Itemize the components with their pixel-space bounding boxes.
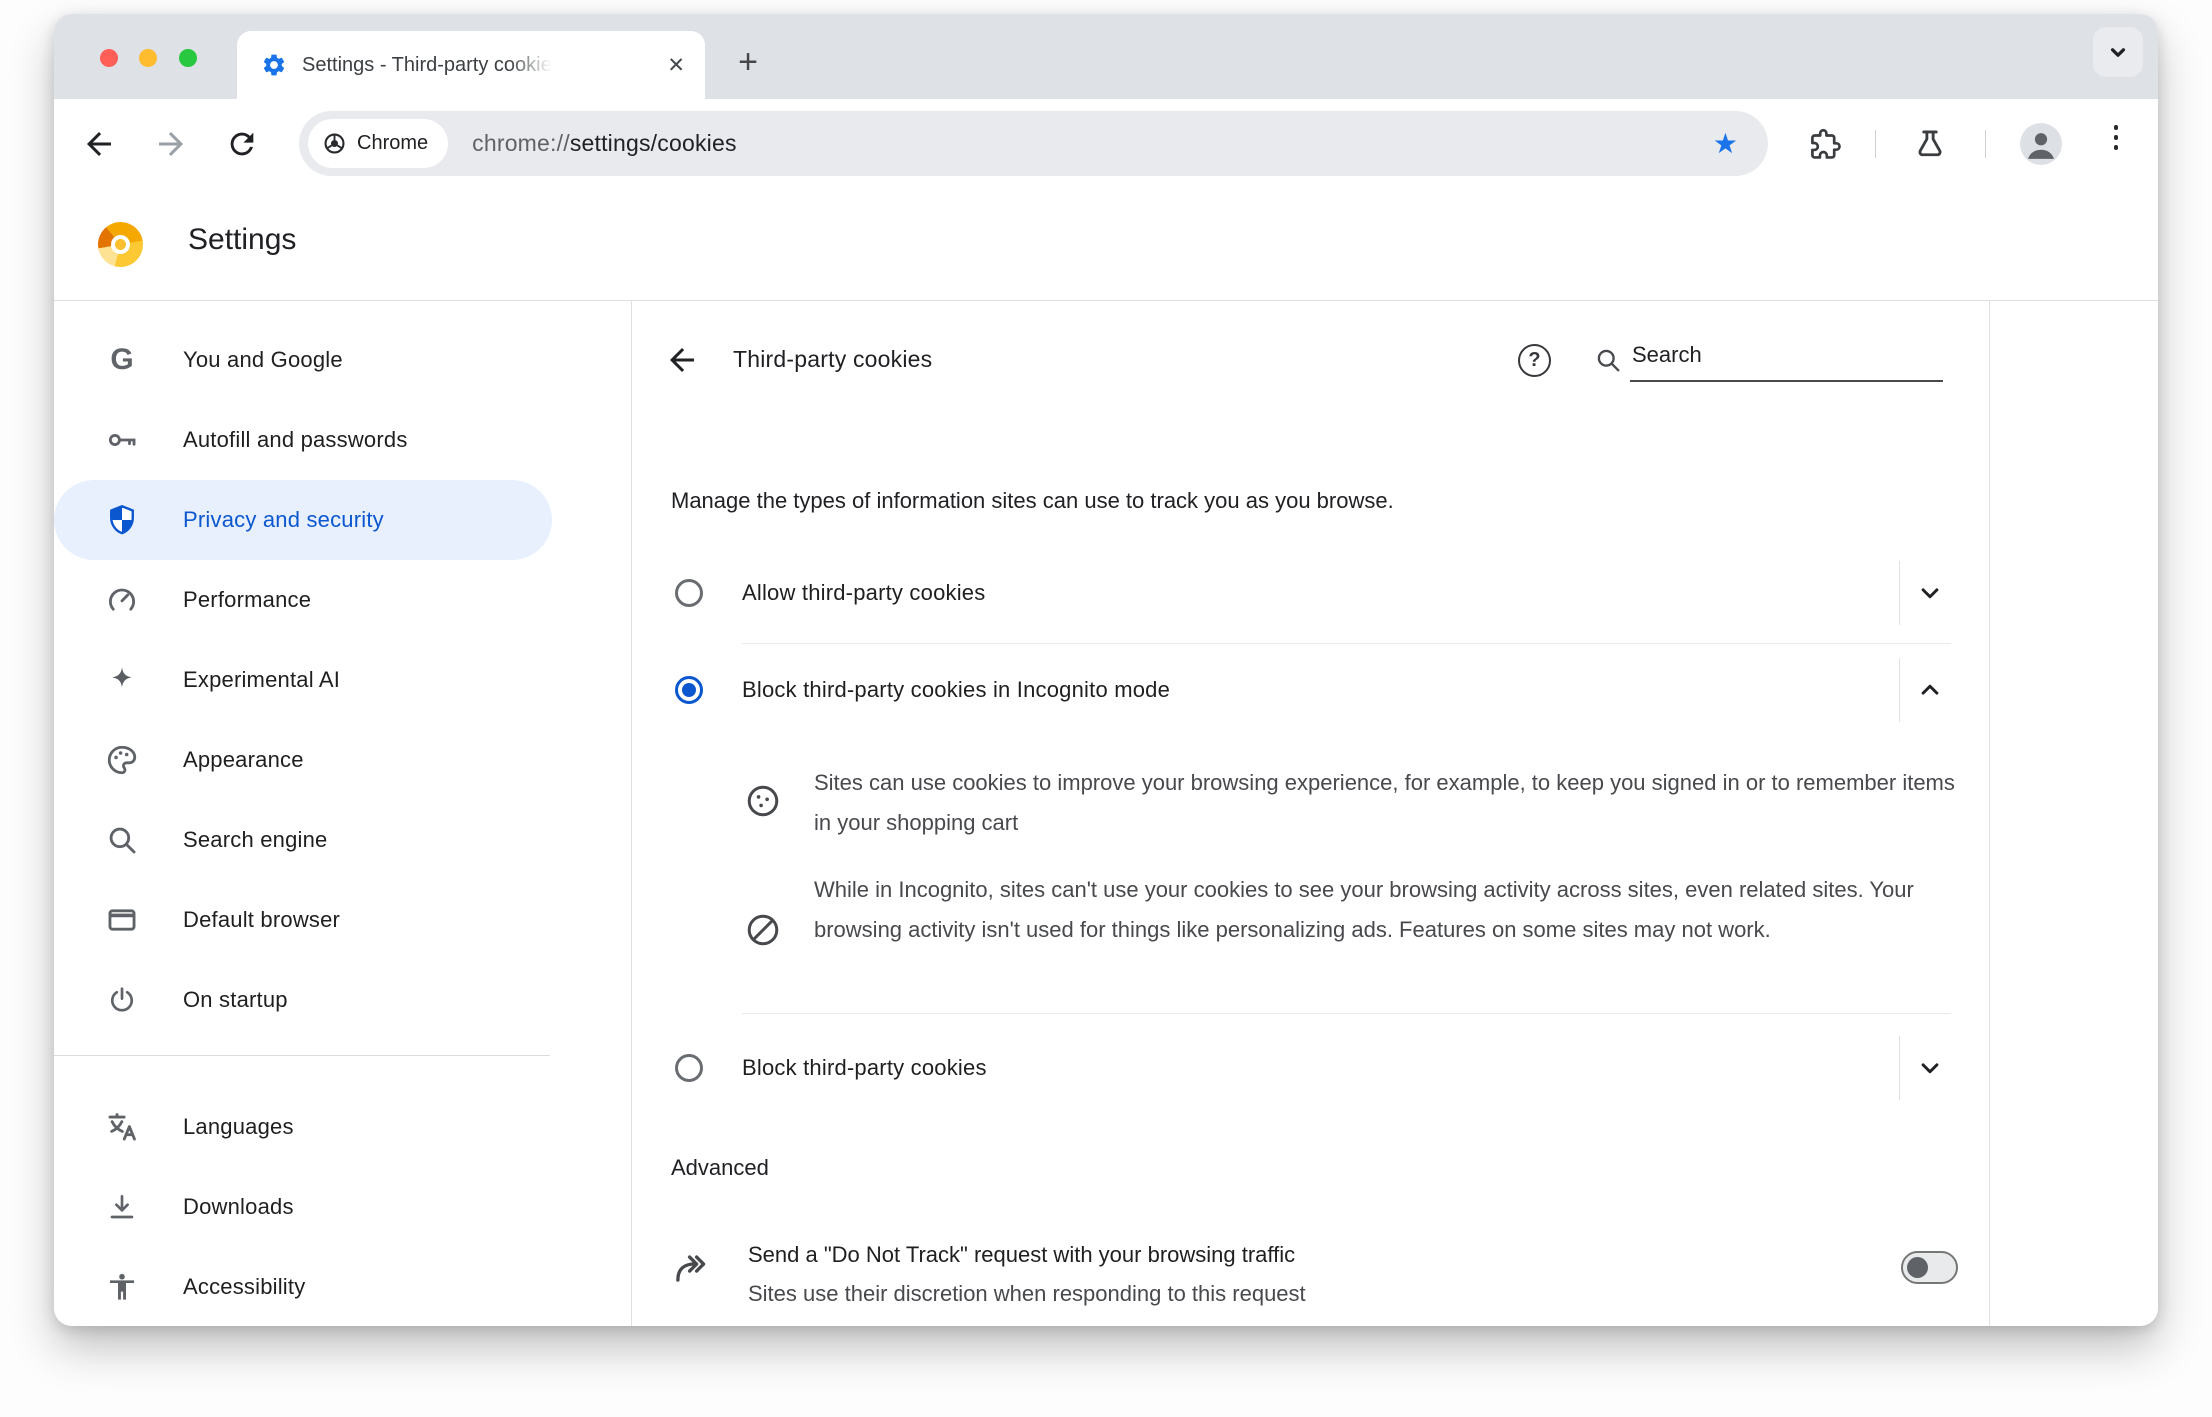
sidebar-item-you-and-google[interactable]: G You and Google xyxy=(54,320,552,400)
sidebar-item-accessibility[interactable]: Accessibility xyxy=(54,1247,552,1326)
sidebar-item-on-startup[interactable]: On startup xyxy=(54,960,552,1040)
sidebar-item-performance[interactable]: Performance xyxy=(54,560,552,640)
cookie-icon xyxy=(747,785,779,817)
chevron-down-icon xyxy=(2110,48,2126,57)
site-info-chip[interactable]: Chrome xyxy=(308,119,449,168)
option-block-cookies-incognito[interactable]: Block third-party cookies in Incognito m… xyxy=(632,654,1989,726)
accessibility-icon xyxy=(110,1273,134,1300)
sidebar-item-languages[interactable]: Languages xyxy=(54,1087,552,1167)
subpage-search-field[interactable] xyxy=(1594,342,1943,382)
option-allow-third-party-cookies[interactable]: Allow third-party cookies xyxy=(632,557,1989,629)
magnifier-icon xyxy=(109,827,136,854)
browser-menu-button[interactable] xyxy=(2113,125,2118,150)
site-chip-label: Chrome xyxy=(357,132,429,154)
shield-icon xyxy=(110,504,134,535)
browser-tab[interactable]: Settings - Third-party cookies ✕ xyxy=(237,31,705,99)
subpage-header: Third-party cookies ? xyxy=(632,320,1989,400)
extensions-puzzle-icon[interactable] xyxy=(1808,127,1842,161)
key-icon xyxy=(108,434,136,446)
incognito-detail-text: While in Incognito, sites can't use your… xyxy=(814,877,1914,942)
experiments-flask-icon[interactable] xyxy=(1913,127,1947,161)
toggle-knob xyxy=(1907,1257,1928,1278)
url-path: settings/cookies xyxy=(569,130,737,156)
sidebar-item-default-browser[interactable]: Default browser xyxy=(54,880,552,960)
close-tab-icon[interactable]: ✕ xyxy=(667,55,685,76)
advanced-heading: Advanced xyxy=(671,1155,769,1180)
new-tab-button[interactable]: + xyxy=(726,40,770,84)
browser-window: Settings - Third-party cookies ✕ + Chrom… xyxy=(54,14,2158,1326)
option-block-third-party-cookies[interactable]: Block third-party cookies xyxy=(632,1032,1989,1104)
toolbar-right xyxy=(1738,99,2158,188)
third-party-cookies-card: Third-party cookies ? Manage the types o… xyxy=(631,301,1990,1326)
row-separator xyxy=(1899,1036,1900,1100)
sidebar-item-privacy-and-security[interactable]: Privacy and security xyxy=(54,480,552,560)
back-button[interactable] xyxy=(81,126,117,162)
person-icon xyxy=(2028,133,2054,159)
radio-selected-icon[interactable] xyxy=(675,676,703,704)
sparkle-icon xyxy=(112,667,132,688)
radio-unselected-icon[interactable] xyxy=(675,579,703,607)
url-scheme: chrome:// xyxy=(472,130,570,156)
browser-window-icon xyxy=(108,909,136,931)
zoom-window-button[interactable] xyxy=(179,49,197,67)
settings-gear-favicon-icon xyxy=(263,54,285,76)
help-icon[interactable]: ? xyxy=(1518,344,1551,377)
address-bar[interactable]: Chrome chrome://settings/cookies ★ xyxy=(299,111,1768,176)
back-arrow-button[interactable] xyxy=(664,342,700,378)
chrome-logo-icon xyxy=(324,133,345,154)
forward-button[interactable] xyxy=(153,126,189,162)
sidebar-item-experimental-ai[interactable]: Experimental AI xyxy=(54,640,552,720)
tab-strip: Settings - Third-party cookies ✕ + xyxy=(54,14,2158,99)
subpage-title: Third-party cookies xyxy=(733,346,933,372)
sidebar-divider xyxy=(54,1055,550,1056)
blocked-icon xyxy=(747,914,779,946)
sidebar-item-search-engine[interactable]: Search engine xyxy=(54,800,552,880)
do-not-track-toggle[interactable] xyxy=(1901,1251,1958,1284)
google-g-icon: G xyxy=(110,343,134,376)
sidebar-item-appearance[interactable]: Appearance xyxy=(54,720,552,800)
speedometer-icon xyxy=(108,588,136,611)
do-not-track-title: Send a "Do Not Track" request with your … xyxy=(748,1242,1296,1267)
toolbar-separator xyxy=(1985,130,1986,158)
bookmark-star-icon[interactable]: ★ xyxy=(1713,129,1738,158)
profile-avatar[interactable] xyxy=(2020,123,2062,165)
settings-content: G You and Google Autofill and passwords xyxy=(54,301,2158,1326)
toolbar-separator xyxy=(1875,130,1876,158)
chevron-up-icon[interactable] xyxy=(1915,675,1945,705)
settings-header: Settings xyxy=(54,188,2158,447)
chevron-down-icon[interactable] xyxy=(1915,578,1945,608)
browser-toolbar: Chrome chrome://settings/cookies ★ xyxy=(54,99,2158,188)
option-divider xyxy=(742,1013,1951,1014)
option-divider xyxy=(742,643,1951,644)
settings-sidebar: G You and Google Autofill and passwords xyxy=(54,301,631,1326)
search-icon xyxy=(1597,349,1620,372)
radio-unselected-icon[interactable] xyxy=(675,1054,703,1082)
sidebar-item-autofill[interactable]: Autofill and passwords xyxy=(54,400,552,480)
close-window-button[interactable] xyxy=(100,49,118,67)
chevron-down-icon[interactable] xyxy=(1915,1053,1945,1083)
tab-title: Settings - Third-party cookies xyxy=(302,53,554,76)
cookies-intro-text: Manage the types of information sites ca… xyxy=(671,488,1394,513)
power-icon xyxy=(110,987,134,1012)
reload-button[interactable] xyxy=(225,127,259,161)
translate-icon xyxy=(108,1113,136,1141)
row-separator xyxy=(1899,561,1900,625)
do-not-track-row: Send a "Do Not Track" request with your … xyxy=(632,1227,1989,1307)
tab-list-chevron-button[interactable] xyxy=(2093,27,2143,77)
palette-icon xyxy=(107,745,137,775)
do-not-track-arrow-icon xyxy=(676,1255,706,1282)
row-separator xyxy=(1899,658,1900,722)
incognito-detail-text: Sites can use cookies to improve your br… xyxy=(814,770,1955,835)
do-not-track-subtitle: Sites use their discretion when respondi… xyxy=(748,1281,1306,1306)
subpage-search-input[interactable] xyxy=(1630,342,1943,382)
url-text: chrome://settings/cookies xyxy=(472,130,737,157)
sidebar-item-downloads[interactable]: Downloads xyxy=(54,1167,552,1247)
settings-page-title: Settings xyxy=(188,223,297,256)
chrome-canary-logo-icon xyxy=(98,222,143,267)
minimize-window-button[interactable] xyxy=(139,49,157,67)
download-icon xyxy=(110,1195,134,1219)
